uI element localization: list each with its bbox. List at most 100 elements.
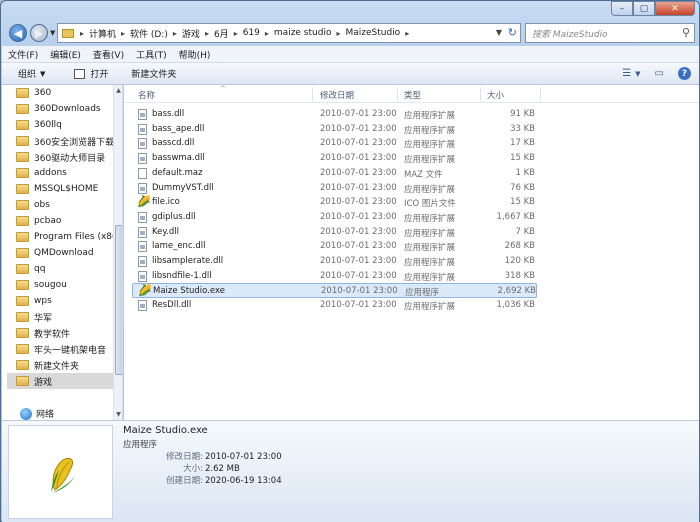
column-name[interactable]: 名称 — [138, 89, 155, 101]
nav-scrollbar[interactable]: ▲ ▼ — [113, 85, 122, 420]
forward-button[interactable]: ▶ — [30, 24, 48, 42]
column-size[interactable]: 大小 — [487, 89, 504, 101]
file-row[interactable]: libsamplerate.dll 2010-07-01 23:00 应用程序扩展 1… — [132, 254, 537, 269]
organize-button[interactable]: 组织 ▼ — [2, 67, 54, 81]
chevron-right-icon[interactable]: ▸ — [205, 29, 209, 38]
nav-folder-item[interactable]: 360驱动大师目录 — [16, 149, 105, 165]
nav-folder-item[interactable]: pcbao — [16, 213, 61, 229]
file-row[interactable]: ResDll.dll 2010-07-01 23:00 应用程序扩展 1,036 KB — [132, 298, 537, 313]
column-divider[interactable] — [397, 87, 398, 101]
chevron-right-icon[interactable]: ▸ — [265, 29, 269, 38]
nav-folder-item[interactable]: wps — [16, 293, 52, 309]
file-date: 2010-07-01 23:00 — [320, 256, 397, 266]
nav-folder-label: obs — [34, 200, 50, 210]
chevron-right-icon[interactable]: ▸ — [405, 29, 409, 38]
close-button[interactable]: ✕ — [655, 1, 695, 16]
help-icon[interactable]: ? — [678, 67, 691, 80]
column-divider[interactable] — [312, 87, 313, 101]
file-row[interactable]: lame_enc.dll 2010-07-01 23:00 应用程序扩展 268 KB — [132, 239, 537, 254]
nav-folder-item[interactable]: MSSQL$HOME — [16, 181, 98, 197]
nav-folder-item[interactable]: 华军 — [16, 309, 52, 325]
nav-folder-item[interactable]: 牢头一键机架电音 — [16, 341, 106, 357]
menu-help[interactable]: 帮助(H) — [173, 48, 217, 61]
chevron-right-icon[interactable]: ▸ — [336, 29, 340, 38]
menu-edit[interactable]: 编辑(E) — [44, 48, 87, 61]
file-date: 2010-07-01 23:00 — [320, 241, 397, 252]
address-bar[interactable]: ▸ 计算机 ▸ 软件 (D:) ▸ 游戏 ▸ 6月 ▸ 619 ▸ maize … — [57, 23, 521, 43]
nav-folder-item[interactable]: 新建文件夹 — [16, 357, 79, 373]
column-divider[interactable] — [480, 87, 481, 101]
address-dropdown-icon[interactable]: ▼ — [496, 28, 502, 37]
nav-folder-item[interactable]: addons — [16, 165, 67, 181]
maximize-button[interactable]: ▢ — [633, 1, 655, 16]
new-folder-button[interactable]: 新建文件夹 — [117, 67, 185, 80]
open-button[interactable]: 打开 — [54, 67, 117, 80]
breadcrumb-computer[interactable]: 计算机 — [89, 27, 116, 40]
nav-folder-label: 360llq — [34, 120, 62, 130]
back-button[interactable]: ◀ — [9, 24, 27, 42]
nav-folder-item[interactable]: Program Files (x86) — [16, 229, 121, 245]
file-row[interactable]: basscd.dll 2010-07-01 23:00 应用程序扩展 17 KB — [132, 136, 537, 151]
recent-pages-dropdown[interactable]: ▼ — [50, 29, 55, 37]
chevron-right-icon[interactable]: ▸ — [234, 29, 238, 38]
preview-pane-icon[interactable]: ▭ — [655, 68, 664, 79]
navigation-pane: 360 360Downloads 360llq 360安全浏览器下载 360驱动… — [2, 85, 123, 420]
breadcrumb-maize-studio[interactable]: maize studio — [274, 28, 332, 38]
view-options-dropdown-icon[interactable]: ▼ — [635, 70, 640, 78]
nav-folder-item[interactable]: 360 — [16, 85, 51, 101]
file-row[interactable]: bass.dll 2010-07-01 23:00 应用程序扩展 91 KB — [132, 107, 537, 122]
minimize-button[interactable]: – — [611, 1, 633, 16]
folder-icon — [16, 360, 29, 370]
chevron-right-icon[interactable]: ▸ — [121, 29, 125, 38]
menu-view[interactable]: 查看(V) — [87, 48, 130, 61]
column-divider[interactable] — [540, 87, 541, 101]
folder-icon — [16, 168, 29, 178]
file-size: 268 KB — [504, 241, 535, 252]
nav-folder-item[interactable]: 360安全浏览器下载 — [16, 133, 114, 149]
breadcrumb-june[interactable]: 6月 — [214, 27, 229, 40]
scrollbar-thumb[interactable] — [115, 225, 122, 375]
nav-folder-label: QMDownload — [34, 248, 94, 258]
breadcrumb-619[interactable]: 619 — [243, 28, 260, 38]
file-name: basscd.dll — [152, 138, 195, 149]
file-size: 318 KB — [504, 270, 535, 281]
nav-folder-item[interactable]: sougou — [16, 277, 67, 293]
search-input[interactable]: 搜索 MaizeStudio — [532, 27, 608, 40]
file-row[interactable]: Key.dll 2010-07-01 23:00 应用程序扩展 7 KB — [132, 225, 537, 240]
menu-tools[interactable]: 工具(T) — [130, 48, 173, 61]
nav-folder-item[interactable]: 360Downloads — [16, 101, 101, 117]
nav-folder-item[interactable]: 教学软件 — [16, 325, 70, 341]
scroll-up-icon[interactable]: ▲ — [114, 86, 122, 95]
file-row[interactable]: DummyVST.dll 2010-07-01 23:00 应用程序扩展 76 KB — [132, 181, 537, 196]
file-row[interactable]: 🌽 file.ico 2010-07-01 23:00 ICO 图片文件 15 KB — [132, 195, 537, 210]
file-size: 1,036 KB — [496, 300, 535, 311]
nav-folder-item[interactable]: obs — [16, 197, 50, 213]
file-row-selected[interactable]: 🌽 Maize Studio.exe 2010-07-01 23:00 应用程序 2,6… — [132, 283, 537, 299]
breadcrumb-games[interactable]: 游戏 — [182, 27, 200, 40]
menu-file[interactable]: 文件(F) — [2, 48, 44, 61]
breadcrumb-maizestudio[interactable]: MaizeStudio — [345, 28, 400, 38]
breadcrumb-drive[interactable]: 软件 (D:) — [130, 27, 168, 40]
file-row[interactable]: bass_ape.dll 2010-07-01 23:00 应用程序扩展 33 KB — [132, 122, 537, 137]
nav-folder-item[interactable]: qq — [16, 261, 45, 277]
file-date: 2010-07-01 23:00 — [320, 109, 397, 119]
nav-folder-item[interactable]: QMDownload — [16, 245, 94, 261]
file-row[interactable]: basswma.dll 2010-07-01 23:00 应用程序扩展 15 KB — [132, 151, 537, 166]
change-view-icon[interactable]: ☰ — [622, 68, 631, 79]
column-date[interactable]: 修改日期 — [320, 89, 354, 101]
nav-folder-item-selected[interactable]: 游戏 — [7, 373, 115, 389]
refresh-icon[interactable]: ↻ — [508, 26, 517, 39]
column-type[interactable]: 类型 — [404, 89, 421, 101]
chevron-right-icon[interactable]: ▸ — [173, 29, 177, 38]
scroll-down-icon[interactable]: ▼ — [114, 410, 122, 419]
search-icon[interactable]: ⚲ — [682, 26, 690, 39]
chevron-right-icon[interactable]: ▸ — [80, 29, 84, 38]
file-type: 应用程序扩展 — [404, 213, 456, 224]
file-row[interactable]: default.maz 2010-07-01 23:00 MAZ 文件 1 KB — [132, 166, 537, 181]
search-box[interactable]: 搜索 MaizeStudio ⚲ — [525, 23, 695, 43]
nav-folder-item[interactable]: 360llq — [16, 117, 62, 133]
file-row[interactable]: libsndfile-1.dll 2010-07-01 23:00 应用程序扩展 31… — [132, 269, 537, 284]
nav-network[interactable]: 网络 — [20, 407, 54, 420]
dll-file-icon — [138, 153, 147, 165]
file-row[interactable]: gdiplus.dll 2010-07-01 23:00 应用程序扩展 1,667 K… — [132, 210, 537, 225]
